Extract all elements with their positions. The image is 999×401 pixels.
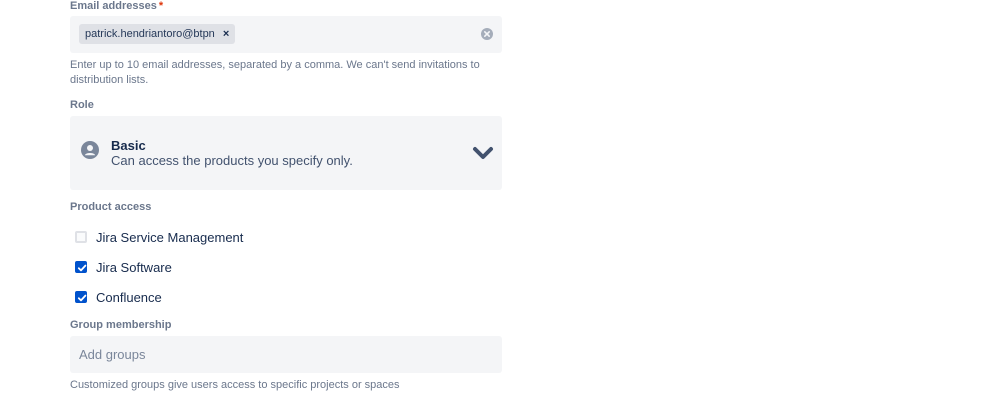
checkbox-label: Confluence [96, 289, 162, 305]
remove-chip-icon[interactable]: × [223, 28, 229, 40]
email-help-text: Enter up to 10 email addresses, separate… [70, 59, 480, 86]
role-label: Role [70, 99, 94, 111]
checkbox-unchecked-icon[interactable] [75, 231, 87, 243]
email-chip: patrick.hendriantoro@btpn × [79, 24, 236, 44]
checkbox-jira-service-management[interactable]: Jira Service Management [75, 229, 244, 245]
checkbox-confluence[interactable]: Confluence [75, 289, 162, 305]
email-chip-text: patrick.hendriantoro@btpn [85, 28, 215, 40]
role-title: Basic [111, 138, 146, 153]
role-description: Can access the products you specify only… [111, 153, 353, 168]
checkbox-checked-icon[interactable] [75, 291, 87, 303]
clear-icon[interactable] [481, 28, 493, 40]
role-select[interactable]: Basic Can access the products you specif… [70, 116, 502, 190]
email-field[interactable]: patrick.hendriantoro@btpn × [70, 16, 502, 53]
user-avatar-icon [81, 141, 99, 159]
checkbox-label: Jira Software [96, 259, 172, 275]
required-mark: * [158, 0, 164, 12]
checkbox-checked-icon[interactable] [75, 261, 87, 273]
groups-help-text: Customized groups give users access to s… [70, 379, 400, 391]
chevron-down-icon[interactable] [472, 146, 494, 160]
email-label: Email addresses * [70, 0, 163, 12]
add-groups-input[interactable] [70, 336, 502, 373]
checkbox-label: Jira Service Management [96, 229, 244, 245]
email-label-text: Email addresses [70, 0, 157, 12]
group-membership-label: Group membership [70, 319, 172, 331]
checkbox-jira-software[interactable]: Jira Software [75, 259, 172, 275]
product-access-label: Product access [70, 201, 152, 213]
